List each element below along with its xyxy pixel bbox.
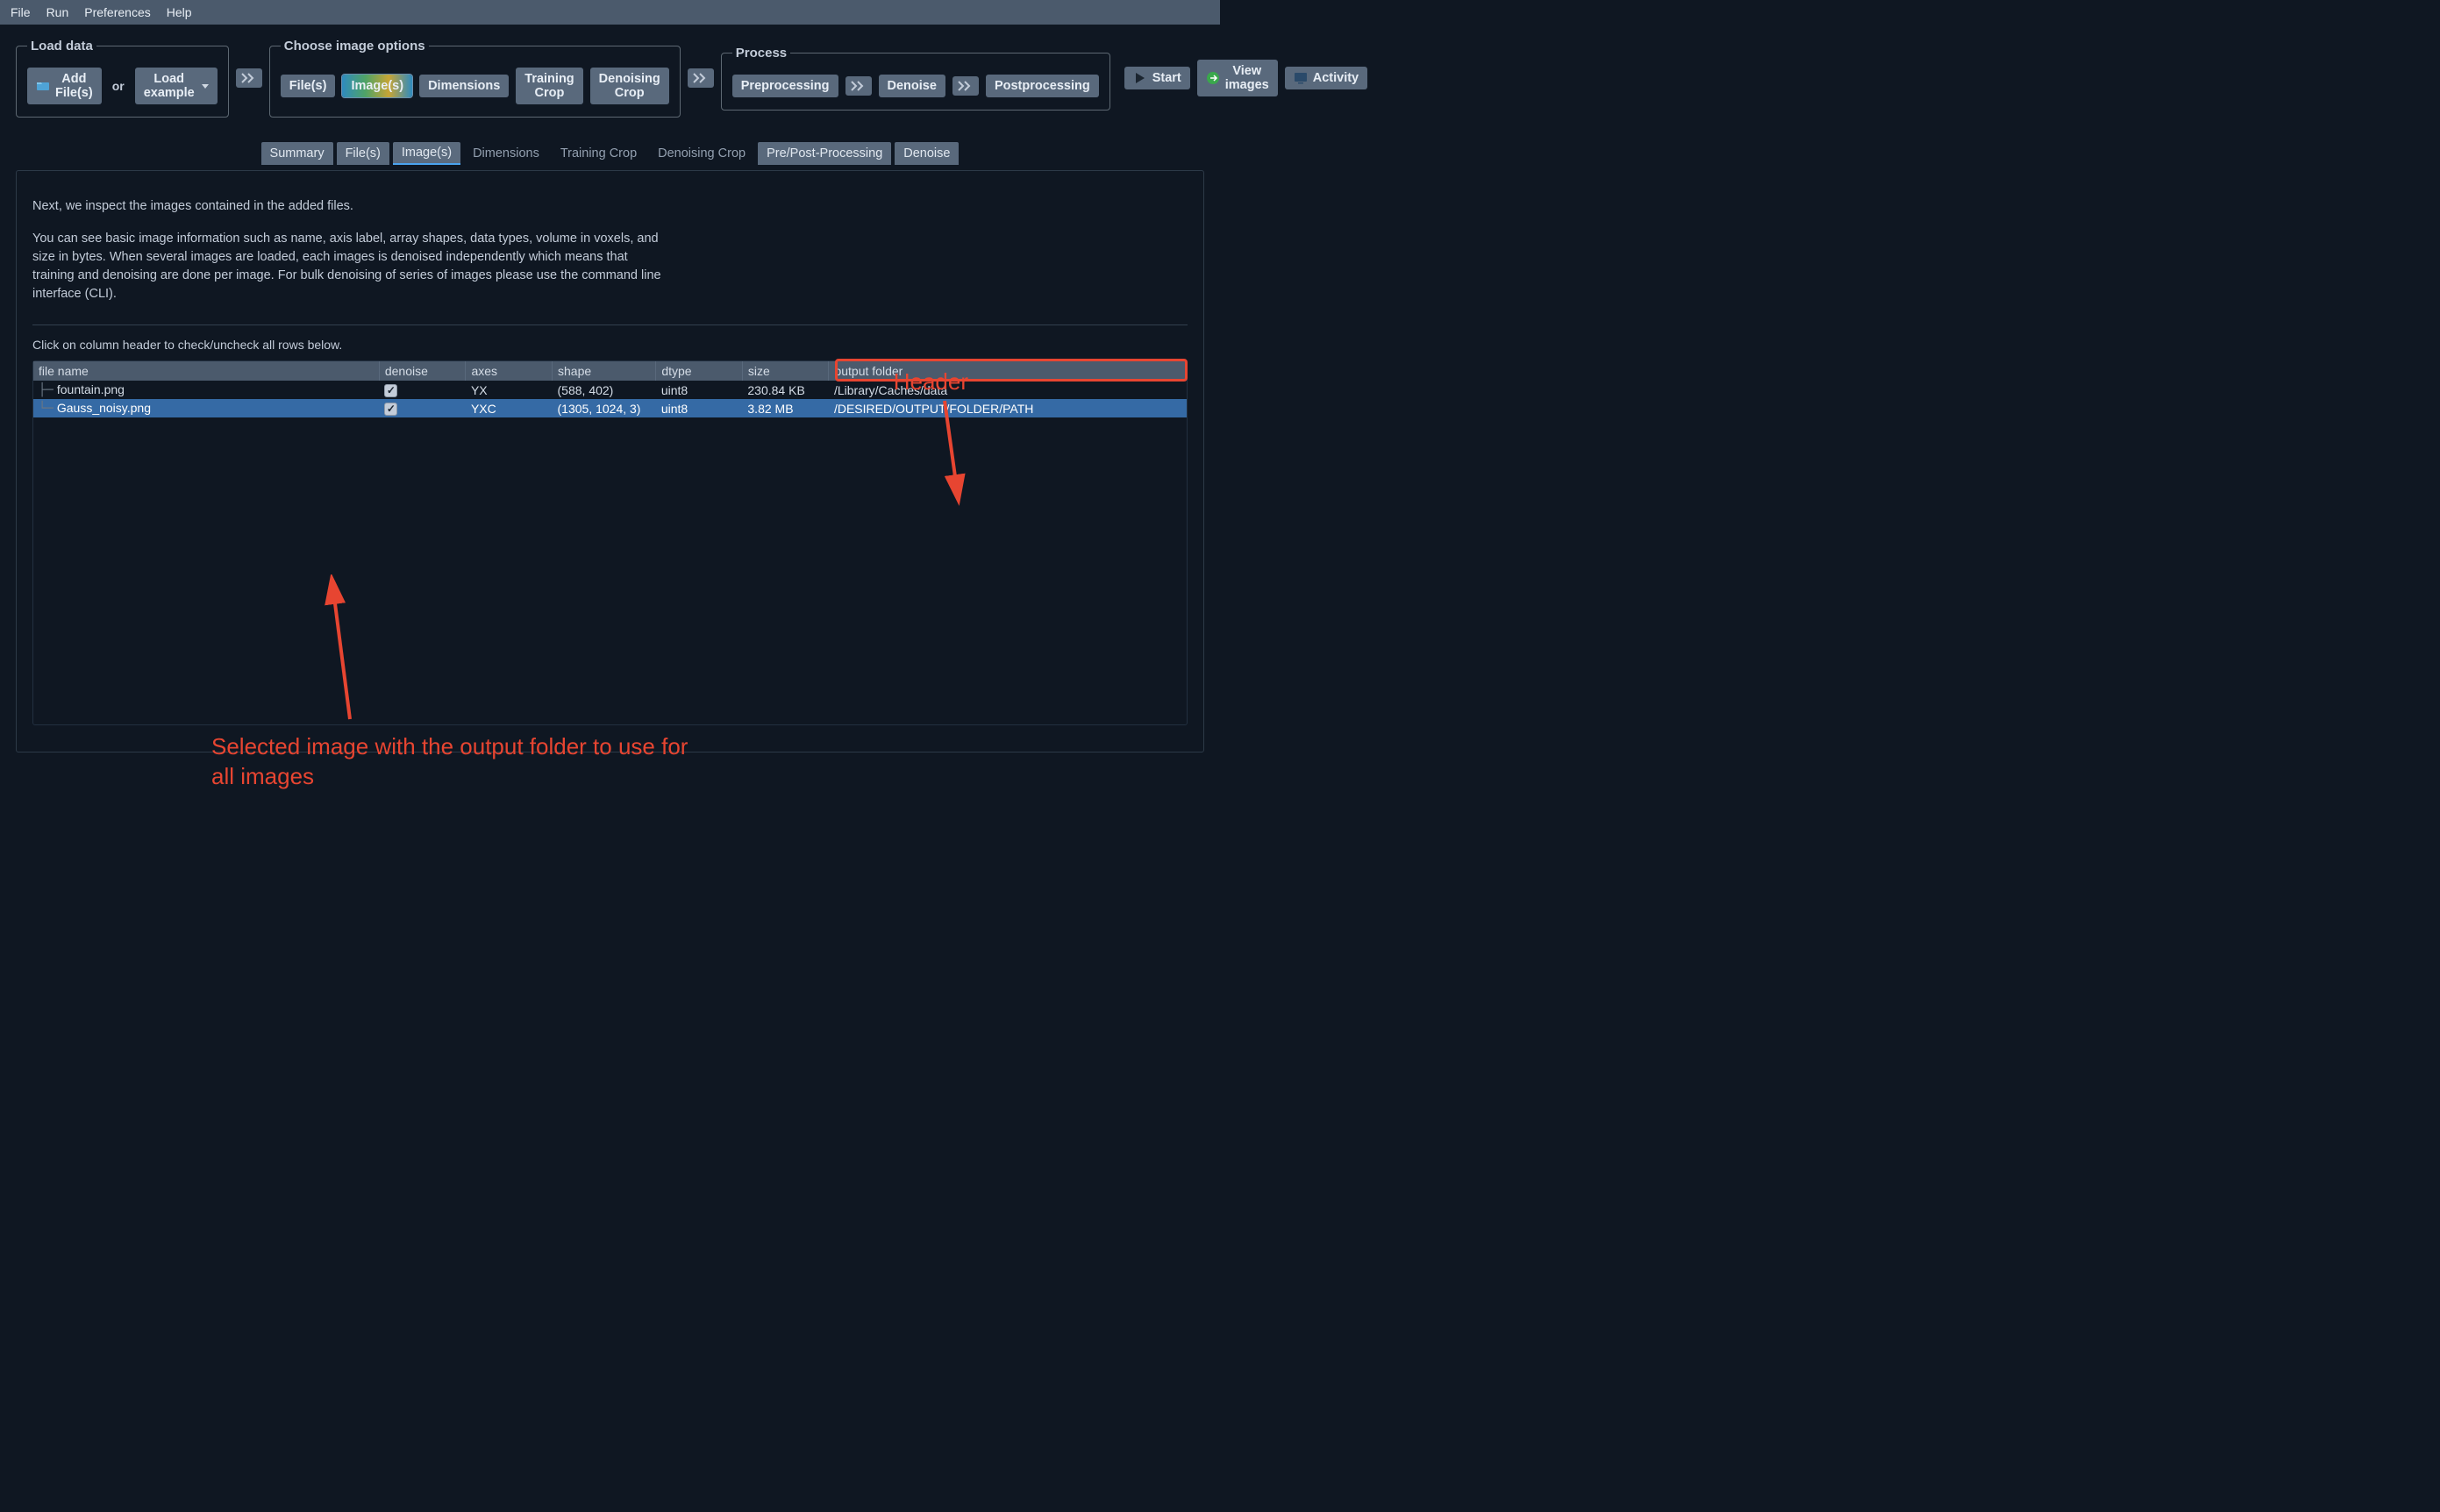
- menu-run[interactable]: Run: [46, 5, 69, 19]
- view-images-label: View images: [1225, 64, 1269, 92]
- play-icon: [1133, 71, 1147, 85]
- col-denoise[interactable]: denoise: [379, 361, 466, 381]
- cell-output[interactable]: /Library/Caches/data: [829, 381, 1187, 399]
- cell-size: 3.82 MB: [742, 399, 829, 417]
- tab-dimensions[interactable]: Dimensions: [464, 142, 548, 165]
- cell-output[interactable]: /DESIRED/OUTPUT/FOLDER/PATH: [829, 399, 1187, 417]
- start-label: Start: [1152, 71, 1181, 85]
- tab-images[interactable]: Image(s): [393, 142, 460, 165]
- cell-name: Gauss_noisy.png: [57, 401, 151, 415]
- monitor-icon: [1294, 71, 1308, 85]
- table-row[interactable]: ├─fountain.png ✓ YX (588, 402) uint8 230…: [33, 381, 1187, 399]
- load-data-group: Load data Add File(s) or Load example: [16, 39, 229, 118]
- cell-size: 230.84 KB: [742, 381, 829, 399]
- tree-branch-icon: └─: [39, 402, 57, 416]
- activity-label: Activity: [1313, 71, 1359, 85]
- load-example-button[interactable]: Load example: [135, 68, 218, 104]
- table-row[interactable]: └─Gauss_noisy.png ✓ YXC (1305, 1024, 3) …: [33, 399, 1187, 417]
- process-legend: Process: [732, 46, 790, 61]
- tabs-row: Summary File(s) Image(s) Dimensions Trai…: [16, 142, 1204, 165]
- image-options-legend: Choose image options: [281, 39, 429, 53]
- add-files-label: Add File(s): [55, 72, 93, 100]
- annotation-selected-label: Selected image with the output folder to…: [211, 732, 703, 792]
- arrow-right-icon: [1206, 71, 1220, 85]
- step-advance-2[interactable]: [688, 68, 714, 88]
- cell-shape: (1305, 1024, 3): [553, 399, 656, 417]
- opt-dimensions-button[interactable]: Dimensions: [419, 75, 509, 97]
- tab-summary[interactable]: Summary: [261, 142, 333, 165]
- cell-axes: YX: [466, 381, 553, 399]
- preprocessing-button[interactable]: Preprocessing: [732, 75, 838, 97]
- denoise-checkbox[interactable]: ✓: [384, 384, 397, 397]
- tab-files[interactable]: File(s): [337, 142, 389, 165]
- process-group: Process Preprocessing Denoise Postproces…: [721, 46, 1110, 111]
- opt-denoising-crop-button[interactable]: Denoising Crop: [590, 68, 669, 104]
- or-separator: or: [109, 79, 128, 93]
- activity-button[interactable]: Activity: [1285, 67, 1367, 89]
- tab-denoise[interactable]: Denoise: [895, 142, 959, 165]
- process-advance-2[interactable]: [952, 76, 979, 96]
- cell-shape: (588, 402): [553, 381, 656, 399]
- opt-images-button[interactable]: Image(s): [342, 75, 412, 97]
- hint-text: Click on column header to check/uncheck …: [32, 338, 1188, 352]
- view-images-button[interactable]: View images: [1197, 60, 1278, 96]
- menu-help[interactable]: Help: [167, 5, 192, 19]
- menubar: File Run Preferences Help: [0, 0, 1220, 25]
- image-options-group: Choose image options File(s) Image(s) Di…: [269, 39, 681, 118]
- info-para1: Next, we inspect the images contained in…: [32, 197, 664, 216]
- col-output-folder[interactable]: output folder: [829, 361, 1187, 381]
- col-axes[interactable]: axes: [466, 361, 553, 381]
- add-files-button[interactable]: Add File(s): [27, 68, 102, 104]
- workspace: Load data Add File(s) or Load example Ch…: [0, 25, 1220, 752]
- menu-file[interactable]: File: [11, 5, 31, 19]
- start-button[interactable]: Start: [1124, 67, 1190, 89]
- folder-icon: [36, 79, 50, 93]
- info-text: Next, we inspect the images contained in…: [32, 197, 664, 303]
- col-size[interactable]: size: [742, 361, 829, 381]
- denoise-button[interactable]: Denoise: [879, 75, 945, 97]
- col-file-name[interactable]: file name: [33, 361, 379, 381]
- table-wrap: file name denoise axes shape dtype size …: [32, 360, 1188, 725]
- load-data-legend: Load data: [27, 39, 96, 53]
- postprocessing-button[interactable]: Postprocessing: [986, 75, 1099, 97]
- cell-dtype: uint8: [656, 381, 743, 399]
- tab-training-crop[interactable]: Training Crop: [552, 142, 646, 165]
- tab-denoising-crop[interactable]: Denoising Crop: [649, 142, 754, 165]
- opt-training-crop-button[interactable]: Training Crop: [516, 68, 582, 104]
- cell-dtype: uint8: [656, 399, 743, 417]
- opt-files-button[interactable]: File(s): [281, 75, 336, 97]
- tree-branch-icon: ├─: [39, 383, 57, 397]
- cell-name: fountain.png: [57, 382, 125, 396]
- process-advance-1[interactable]: [845, 76, 872, 96]
- tab-preprocessing[interactable]: Pre/Post-Processing: [758, 142, 891, 165]
- col-shape[interactable]: shape: [553, 361, 656, 381]
- step-advance-1[interactable]: [236, 68, 262, 88]
- step-row: Load data Add File(s) or Load example Ch…: [16, 39, 1204, 118]
- col-dtype[interactable]: dtype: [656, 361, 743, 381]
- info-para2: You can see basic image information such…: [32, 230, 664, 303]
- images-panel: Next, we inspect the images contained in…: [16, 170, 1204, 752]
- table-header-row: file name denoise axes shape dtype size …: [33, 361, 1187, 381]
- denoise-checkbox[interactable]: ✓: [384, 403, 397, 416]
- cell-axes: YXC: [466, 399, 553, 417]
- menu-preferences[interactable]: Preferences: [84, 5, 150, 19]
- images-table: file name denoise axes shape dtype size …: [33, 361, 1187, 417]
- chevron-down-icon: [202, 84, 209, 89]
- load-example-label: Load example: [144, 72, 195, 100]
